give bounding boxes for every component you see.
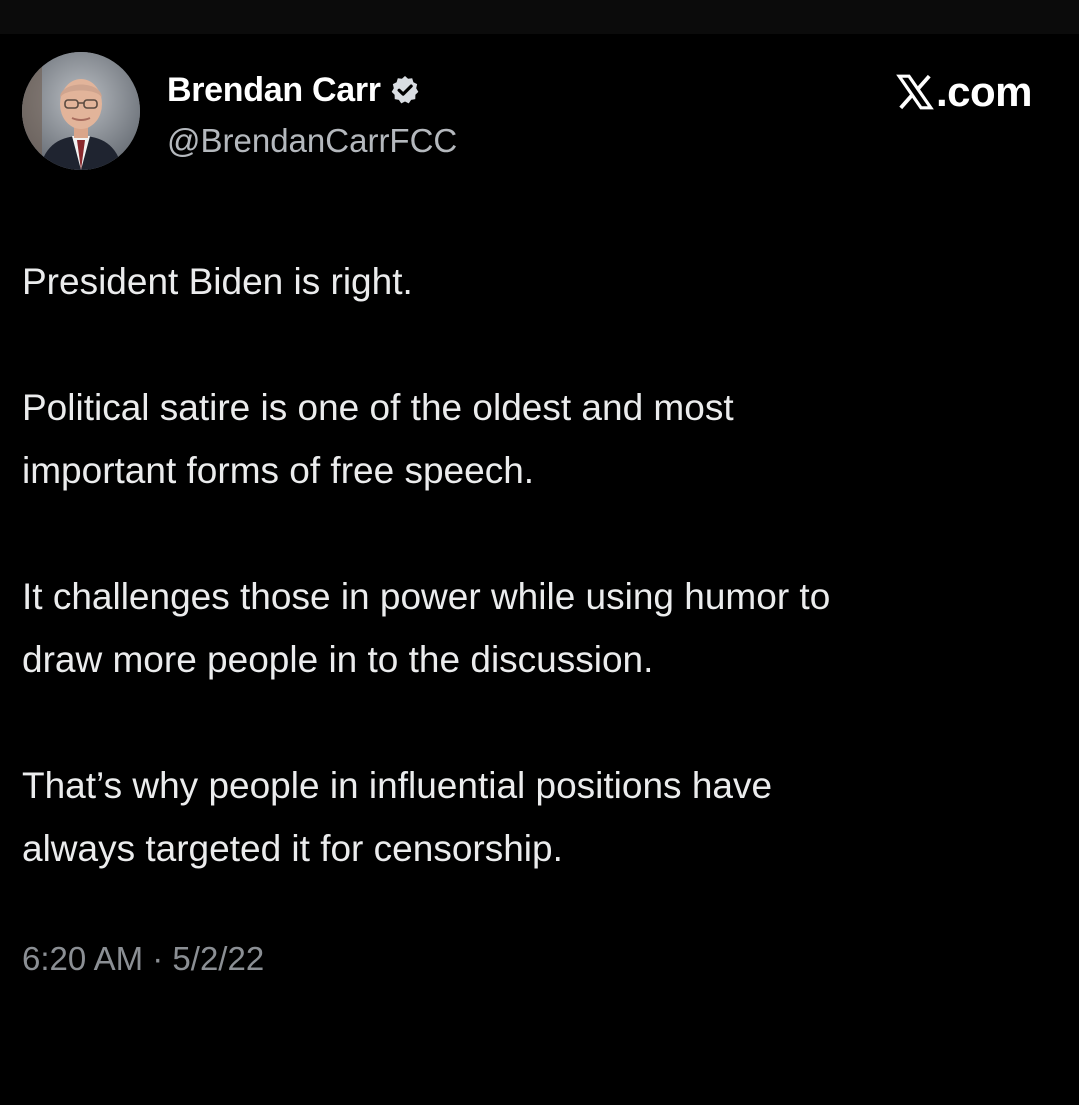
- tweet-card: Brendan Carr @BrendanCarrFCC .com Presid…: [0, 34, 1079, 1105]
- tweet-paragraph: President Biden is right.: [22, 261, 413, 302]
- top-strip: [0, 0, 1079, 34]
- brand-label: .com: [935, 68, 1033, 115]
- brand-logo: .com: [896, 68, 1033, 115]
- x-logo-icon: [896, 73, 934, 111]
- tweet-time: 6:20 AM: [22, 940, 144, 977]
- tweet-paragraph: Political satire is one of the oldest an…: [22, 387, 734, 491]
- author-name-row[interactable]: Brendan Carr: [167, 70, 421, 110]
- avatar-photo: [22, 52, 140, 170]
- verified-badge-icon: [389, 74, 421, 106]
- tweet-timestamp[interactable]: 6:20 AM · 5/2/22: [22, 940, 264, 978]
- tweet-date: 5/2/22: [172, 940, 265, 977]
- tweet-paragraph: That’s why people in influential positio…: [22, 765, 773, 869]
- tweet-paragraph: It challenges those in power while using…: [22, 576, 831, 680]
- author-name[interactable]: Brendan Carr: [167, 71, 381, 110]
- tweet-body: President Biden is right. Political sati…: [22, 250, 1062, 880]
- meta-separator: ·: [152, 940, 164, 977]
- avatar[interactable]: [22, 52, 140, 170]
- author-handle[interactable]: @BrendanCarrFCC: [167, 122, 457, 160]
